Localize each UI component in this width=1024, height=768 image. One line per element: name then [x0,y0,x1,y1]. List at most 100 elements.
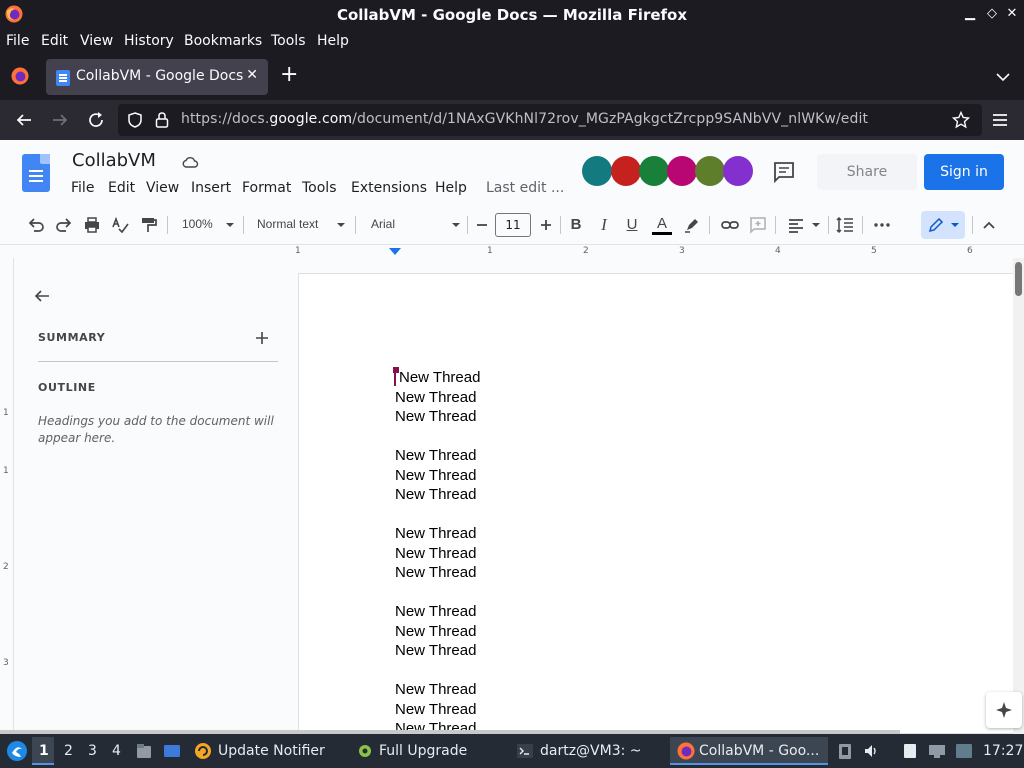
menu-help[interactable]: Help [317,33,349,49]
cloud-saved-icon[interactable] [181,153,199,171]
vertical-scrollbar[interactable] [1013,258,1024,734]
document-line[interactable]: New Thread [395,486,476,503]
maximize-button[interactable]: ◇ [984,6,1000,22]
chevron-up-icon[interactable] [979,215,999,235]
comment-history-icon[interactable] [773,161,795,183]
print-icon[interactable] [82,215,102,235]
taskbar-firefox[interactable]: CollabVM - Goo... [699,743,819,759]
line-spacing-icon[interactable] [835,215,855,235]
avatar[interactable] [582,156,612,186]
desktop-icon[interactable] [163,742,181,760]
text-color-button[interactable]: A [652,215,672,235]
lock-icon[interactable] [154,111,170,129]
reload-icon[interactable] [86,110,106,130]
document-line[interactable]: New Thread [395,389,476,406]
workspace-4[interactable]: 4 [112,743,121,759]
firefox-view-icon[interactable] [11,67,29,85]
document-line[interactable]: New Thread [399,369,480,386]
tab-close-button[interactable]: ✕ [246,67,258,83]
bold-button[interactable]: B [566,215,586,235]
highlight-pen-icon[interactable] [682,215,702,235]
document-line[interactable]: New Thread [395,545,476,562]
docs-menu-help[interactable]: Help [435,180,467,196]
bookmark-star-icon[interactable] [952,111,970,129]
back-arrow-icon[interactable] [14,110,34,130]
clipboard-icon[interactable] [836,742,854,760]
document-line[interactable]: New Thread [395,525,476,542]
document-line[interactable]: New Thread [395,681,476,698]
document-line[interactable]: New Thread [395,564,476,581]
docs-menu-edit[interactable]: Edit [108,180,135,196]
align-dropdown-icon[interactable] [806,215,826,235]
underline-button[interactable]: U [622,215,642,235]
start-menu-icon[interactable] [6,740,28,762]
menu-tools[interactable]: Tools [271,33,306,49]
decrease-font-size-icon[interactable] [472,215,492,235]
increase-font-size-icon[interactable] [536,215,556,235]
workspace-1[interactable]: 1 [39,743,49,759]
minimize-button[interactable]: ▁ [962,6,978,22]
horizontal-ruler[interactable]: 1 1 2 3 4 5 6 [0,244,1024,258]
document-line[interactable]: New Thread [395,623,476,640]
redo-icon[interactable] [54,215,74,235]
menu-edit[interactable]: Edit [41,33,68,49]
last-edit-link[interactable]: Last edit ... [486,180,564,196]
document-line[interactable]: New Thread [395,408,476,425]
sign-in-button[interactable]: Sign in [924,154,1004,190]
share-button[interactable]: Share [817,154,917,190]
avatar[interactable] [639,156,669,186]
menu-file[interactable]: File [6,33,29,49]
avatar[interactable] [695,156,725,186]
explore-button[interactable] [986,692,1022,728]
align-left-icon[interactable] [786,215,806,235]
document-line[interactable]: New Thread [395,642,476,659]
avatar[interactable] [667,156,697,186]
font-dropdown-icon[interactable] [446,215,466,235]
close-outline-arrow-icon[interactable] [32,286,52,306]
chevron-down-icon[interactable] [994,68,1012,86]
italic-button[interactable]: I [594,215,614,235]
undo-icon[interactable] [26,215,46,235]
display-icon[interactable] [955,742,973,760]
document-line[interactable]: New Thread [395,701,476,718]
google-docs-logo-icon[interactable] [22,154,50,192]
menu-history[interactable]: History [124,33,174,49]
docs-menu-format[interactable]: Format [242,180,291,196]
document-line[interactable]: New Thread [395,603,476,620]
document-line[interactable]: New Thread [395,467,476,484]
volume-icon[interactable] [863,742,881,760]
taskbar-full-upgrade[interactable]: Full Upgrade [379,743,467,759]
url-bar[interactable]: https://docs.google.com/document/d/1NAxG… [118,104,982,136]
docs-menu-insert[interactable]: Insert [191,180,231,196]
hamburger-menu-icon[interactable] [990,110,1010,130]
spellcheck-icon[interactable] [110,215,130,235]
avatar[interactable] [723,156,753,186]
insert-link-icon[interactable] [720,215,740,235]
network-icon[interactable] [928,742,946,760]
document-page[interactable]: New Thread New Thread New Thread New Thread… [298,273,1024,737]
file-manager-icon[interactable] [135,742,153,760]
paint-format-icon[interactable] [138,215,158,235]
docs-menu-tools[interactable]: Tools [302,180,337,196]
shield-icon[interactable] [126,111,144,129]
document-title[interactable]: CollabVM [72,150,156,171]
font-select[interactable]: Arial [371,217,395,231]
tab-collabvm[interactable]: CollabVM - Google Docs ✕ [46,59,268,95]
avatar[interactable] [611,156,641,186]
scrollbar-thumb[interactable] [1015,262,1022,296]
menu-bookmarks[interactable]: Bookmarks [184,33,262,49]
docs-menu-extensions[interactable]: Extensions [351,180,427,196]
workspace-3[interactable]: 3 [88,743,97,759]
new-tab-button[interactable]: + [280,64,298,86]
style-dropdown-icon[interactable] [331,215,351,235]
docs-menu-file[interactable]: File [71,180,94,196]
workspace-2[interactable]: 2 [64,743,73,759]
taskbar-update-notifier[interactable]: Update Notifier [218,743,325,759]
zoom-dropdown-icon[interactable] [220,215,240,235]
taskbar-terminal[interactable]: dartz@VM3: ~ [540,743,642,759]
editing-mode-button[interactable] [921,211,965,239]
font-size-input[interactable]: 11 [495,213,531,237]
url-text[interactable]: https://docs.google.com/document/d/1NAxG… [181,111,868,127]
menu-view[interactable]: View [80,33,113,49]
document-line[interactable]: New Thread [395,447,476,464]
